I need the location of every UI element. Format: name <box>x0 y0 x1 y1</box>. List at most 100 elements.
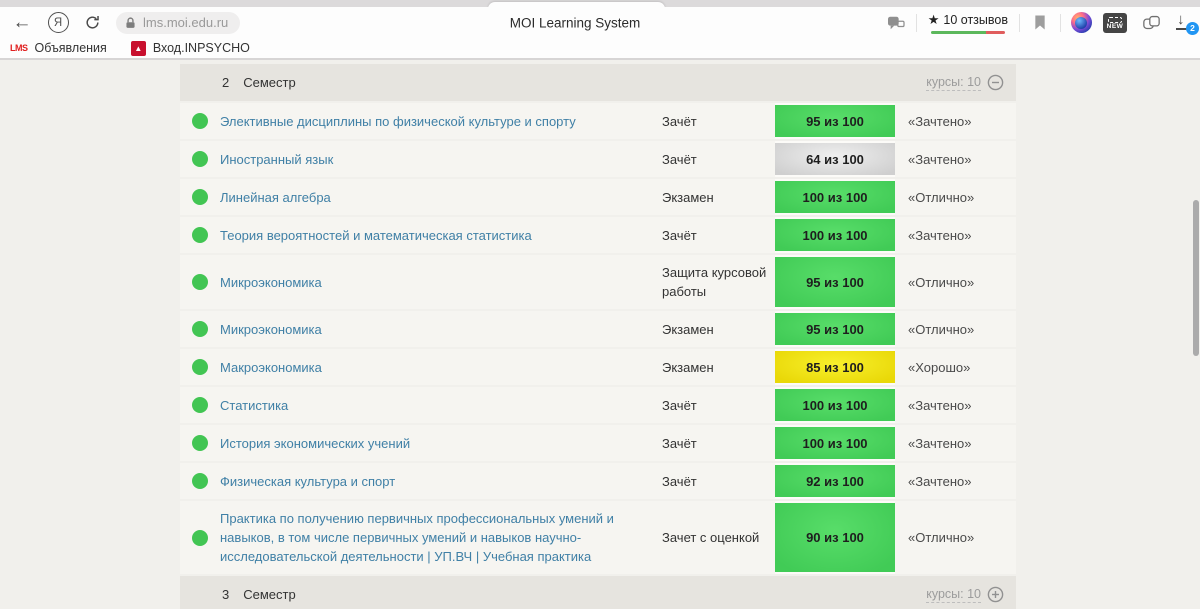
vertical-scrollbar[interactable] <box>1193 200 1199 356</box>
exam-type: Зачёт <box>662 388 775 423</box>
screenshot-new-icon: NEW <box>1103 13 1127 33</box>
semester-number: 2 <box>222 75 229 90</box>
status-dot-icon <box>192 435 208 451</box>
exam-type: Экзамен <box>662 180 775 215</box>
reviews-button[interactable]: ★ 10 отзывов <box>928 12 1008 34</box>
grade-text: «Зачтено» <box>895 114 1016 129</box>
exam-type: Зачет с оценкой <box>662 520 775 555</box>
semester-footer: 3 Семестр курсы: 10 <box>180 576 1016 609</box>
reviews-label: 10 отзывов <box>943 13 1008 27</box>
score-badge: 100 из 100 <box>775 389 895 421</box>
grade-text: «Отлично» <box>895 322 1016 337</box>
score-badge: 95 из 100 <box>775 105 895 137</box>
score-badge-cell: 95 из 100 <box>775 103 895 139</box>
grade-text: «Отлично» <box>895 530 1016 545</box>
courses-collapse-toggle[interactable]: курсы: 10 <box>926 74 1004 91</box>
separator <box>1060 14 1061 32</box>
table-row: История экономических учений Зачёт 100 и… <box>180 425 1016 461</box>
course-link[interactable]: Линейная алгебра <box>220 190 331 205</box>
bookmarks-bar: LMS Объявления ▲ Вход.INPSYCHO <box>0 38 1200 58</box>
exam-type: Экзамен <box>662 350 775 385</box>
address-bar[interactable]: lms.moi.edu.ru <box>116 12 240 34</box>
lock-icon <box>124 16 137 30</box>
table-row: Макроэкономика Экзамен 85 из 100 «Хорошо… <box>180 349 1016 385</box>
score-badge-cell: 95 из 100 <box>775 255 895 309</box>
colorful-extension-icon <box>1071 12 1092 33</box>
exam-type: Зачёт <box>662 464 775 499</box>
status-dot-icon <box>192 151 208 167</box>
tab-title: MOI Learning System <box>510 15 641 30</box>
inpsycho-favicon: ▲ <box>131 41 146 56</box>
screenshot-button[interactable]: NEW <box>1102 10 1128 36</box>
chat-icon <box>887 15 905 31</box>
back-button[interactable]: ← <box>8 9 36 37</box>
lms-favicon: LMS <box>10 43 28 53</box>
course-link[interactable]: Практика по получению первичных професси… <box>220 511 614 564</box>
course-table-body: Элективные дисциплины по физической куль… <box>180 103 1016 574</box>
semester-label: Семестр <box>243 75 926 90</box>
status-dot-icon <box>192 274 208 290</box>
table-row: Микроэкономика Экзамен 95 из 100 «Отличн… <box>180 311 1016 347</box>
course-link[interactable]: Микроэкономика <box>220 322 322 337</box>
score-badge-cell: 64 из 100 <box>775 141 895 177</box>
table-row: Практика по получению первичных професси… <box>180 501 1016 574</box>
bookmark-flag-icon <box>1033 14 1047 31</box>
yandex-icon: Я <box>48 12 69 33</box>
status-dot-icon <box>192 473 208 489</box>
collections-button[interactable] <box>1138 10 1164 36</box>
status-dot-cell <box>180 274 220 290</box>
separator <box>1019 14 1020 32</box>
course-link[interactable]: Элективные дисциплины по физической куль… <box>220 114 576 129</box>
url-text: lms.moi.edu.ru <box>143 15 228 30</box>
status-dot-cell <box>180 397 220 413</box>
exam-type: Зачёт <box>662 426 775 461</box>
bookmark-item-lms[interactable]: LMS Объявления <box>10 41 107 55</box>
status-dot-cell <box>180 189 220 205</box>
course-link[interactable]: Иностранный язык <box>220 152 333 167</box>
score-badge: 64 из 100 <box>775 143 895 175</box>
course-link[interactable]: История экономических учений <box>220 436 410 451</box>
score-badge: 95 из 100 <box>775 313 895 345</box>
score-badge: 85 из 100 <box>775 351 895 383</box>
back-arrow-icon: ← <box>13 13 32 32</box>
status-dot-icon <box>192 397 208 413</box>
download-icon: ↓ <box>1177 11 1185 28</box>
status-dot-cell <box>180 359 220 375</box>
course-link[interactable]: Макроэкономика <box>220 360 322 375</box>
table-row: Микроэкономика Защита курсовой работы 95… <box>180 255 1016 309</box>
status-dot-icon <box>192 530 208 546</box>
downloads-button[interactable]: ↓ 2 <box>1172 10 1198 36</box>
course-link[interactable]: Микроэкономика <box>220 275 322 290</box>
exam-type: Зачёт <box>662 218 775 253</box>
status-dot-cell <box>180 473 220 489</box>
course-link[interactable]: Статистика <box>220 398 288 413</box>
score-badge-cell: 100 из 100 <box>775 217 895 253</box>
table-row: Теория вероятностей и математическая ста… <box>180 217 1016 253</box>
browser-toolbar: ← Я lms.moi.edu.ru MOI Learning System <box>0 7 1200 38</box>
status-dot-icon <box>192 189 208 205</box>
course-link[interactable]: Теория вероятностей и математическая ста… <box>220 228 532 243</box>
yandex-home-button[interactable]: Я <box>44 9 72 37</box>
status-dot-icon <box>192 113 208 129</box>
courses-expand-toggle[interactable]: курсы: 10 <box>926 586 1004 603</box>
messenger-button[interactable] <box>883 10 909 36</box>
bookmark-item-inpsycho[interactable]: ▲ Вход.INPSYCHO <box>131 41 250 56</box>
status-dot-cell <box>180 435 220 451</box>
downloads-badge: 2 <box>1186 22 1199 35</box>
status-dot-cell <box>180 530 220 546</box>
toolbar-right-icons: ★ 10 отзывов NEW <box>883 7 1200 38</box>
refresh-button[interactable] <box>78 9 106 37</box>
score-badge-cell: 85 из 100 <box>775 349 895 385</box>
exam-type: Защита курсовой работы <box>662 255 775 309</box>
course-link[interactable]: Физическая культура и спорт <box>220 474 395 489</box>
score-badge-cell: 90 из 100 <box>775 501 895 574</box>
extension-button[interactable] <box>1068 10 1094 36</box>
table-row: Физическая культура и спорт Зачёт 92 из … <box>180 463 1016 499</box>
grade-text: «Отлично» <box>895 275 1016 290</box>
grade-text: «Отлично» <box>895 190 1016 205</box>
bookmark-button[interactable] <box>1027 10 1053 36</box>
table-row: Линейная алгебра Экзамен 100 из 100 «Отл… <box>180 179 1016 215</box>
status-dot-cell <box>180 321 220 337</box>
minus-circle-icon <box>987 74 1004 91</box>
status-dot-cell <box>180 113 220 129</box>
